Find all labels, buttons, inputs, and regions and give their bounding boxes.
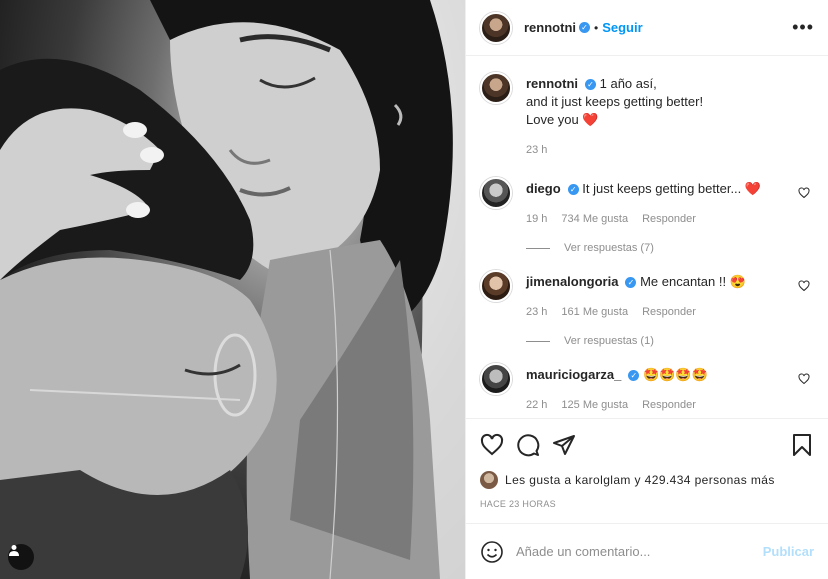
reply-button[interactable]: Responder — [642, 210, 696, 228]
verified-badge-icon: ✓ — [567, 184, 579, 196]
view-replies-button[interactable]: Ver respuestas (7) — [526, 242, 814, 254]
photo-illustration — [0, 0, 465, 579]
comment-time[interactable]: 19 h — [526, 210, 547, 228]
comments-list[interactable]: rennotni ✓ 1 año así, and it just keeps g… — [466, 56, 828, 418]
verified-badge-icon: ✓ — [625, 277, 637, 289]
publish-button[interactable]: Publicar — [763, 544, 814, 559]
share-icon[interactable] — [552, 433, 576, 457]
likes-text: Les gusta a karolglam y 429.434 personas… — [505, 473, 775, 487]
heart-icon[interactable] — [480, 433, 504, 457]
replies-divider — [526, 247, 550, 249]
comment-item: mauriciogarza_ ✓ 🤩🤩🤩🤩 22 h 125 Me gusta R… — [480, 363, 814, 414]
comment-likes[interactable]: 734 Me gusta — [561, 210, 628, 228]
user-tag-icon — [9, 545, 19, 556]
heart-icon[interactable] — [798, 280, 810, 292]
heart-icon[interactable] — [798, 373, 810, 385]
comment-text: 🤩🤩🤩🤩 — [643, 367, 708, 382]
commenter-avatar[interactable] — [480, 363, 512, 395]
comment-item: jimenalongoria ✓ Me encantan !! 😍 23 h 16… — [480, 270, 814, 321]
comment-username[interactable]: diego — [526, 181, 561, 196]
caption-time[interactable]: 23 h — [526, 141, 547, 159]
caption: rennotni ✓ 1 año así, and it just keeps g… — [480, 72, 814, 159]
user-tag-button[interactable] — [8, 544, 34, 570]
comment-username[interactable]: jimenalongoria — [526, 274, 618, 289]
caption-line: Love you ❤️ — [526, 112, 599, 127]
verified-badge-icon: ✓ — [585, 79, 596, 91]
comment-icon[interactable] — [516, 433, 540, 457]
verified-badge-icon: ✓ — [579, 22, 590, 33]
comment-time[interactable]: 22 h — [526, 396, 547, 414]
caption-line: and it just keeps getting better! — [526, 94, 704, 109]
author-avatar[interactable] — [480, 11, 512, 44]
post-header: rennotni ✓ • Seguir ••• — [466, 0, 828, 56]
caption-username[interactable]: rennotni — [526, 76, 578, 91]
author-username[interactable]: rennotni — [524, 20, 576, 35]
view-replies-label: Ver respuestas (1) — [564, 335, 654, 347]
verified-badge-icon: ✓ — [628, 370, 640, 382]
commenter-avatar[interactable] — [480, 177, 512, 209]
comment-input[interactable] — [516, 544, 763, 559]
follow-button[interactable]: Seguir — [602, 20, 642, 35]
comment-text: It just keeps getting better... ❤️ — [582, 181, 762, 196]
likes-summary[interactable]: Les gusta a karolglam y 429.434 personas… — [480, 471, 814, 489]
comment-likes[interactable]: 161 Me gusta — [561, 303, 628, 321]
comment-username[interactable]: mauriciogarza_ — [526, 367, 621, 382]
reply-button[interactable]: Responder — [642, 303, 696, 321]
post-side-panel: rennotni ✓ • Seguir ••• rennotni ✓ 1 año … — [465, 0, 828, 579]
separator-dot: • — [594, 20, 599, 35]
heart-icon[interactable] — [798, 187, 810, 199]
comment-item: diego ✓ It just keeps getting better... ❤… — [480, 177, 814, 228]
comment-time[interactable]: 23 h — [526, 303, 547, 321]
more-options-icon[interactable]: ••• — [792, 17, 814, 38]
post-actions: Les gusta a karolglam y 429.434 personas… — [466, 418, 828, 509]
view-replies-button[interactable]: Ver respuestas (1) — [526, 335, 814, 347]
caption-avatar[interactable] — [480, 72, 512, 104]
instagram-post: rennotni ✓ • Seguir ••• rennotni ✓ 1 año … — [0, 0, 828, 579]
commenter-avatar[interactable] — [480, 270, 512, 302]
emoji-icon[interactable] — [480, 540, 504, 564]
add-comment-bar: Publicar — [466, 523, 828, 579]
view-replies-label: Ver respuestas (7) — [564, 242, 654, 254]
comment-text: Me encantan !! 😍 — [640, 274, 746, 289]
comment-likes[interactable]: 125 Me gusta — [561, 396, 628, 414]
liker-avatar — [480, 471, 498, 489]
post-photo[interactable] — [0, 0, 465, 579]
replies-divider — [526, 340, 550, 342]
reply-button[interactable]: Responder — [642, 396, 696, 414]
post-time-ago[interactable]: HACE 23 HORAS — [480, 499, 814, 509]
caption-line: 1 año así, — [599, 76, 657, 91]
bookmark-icon[interactable] — [790, 433, 814, 457]
